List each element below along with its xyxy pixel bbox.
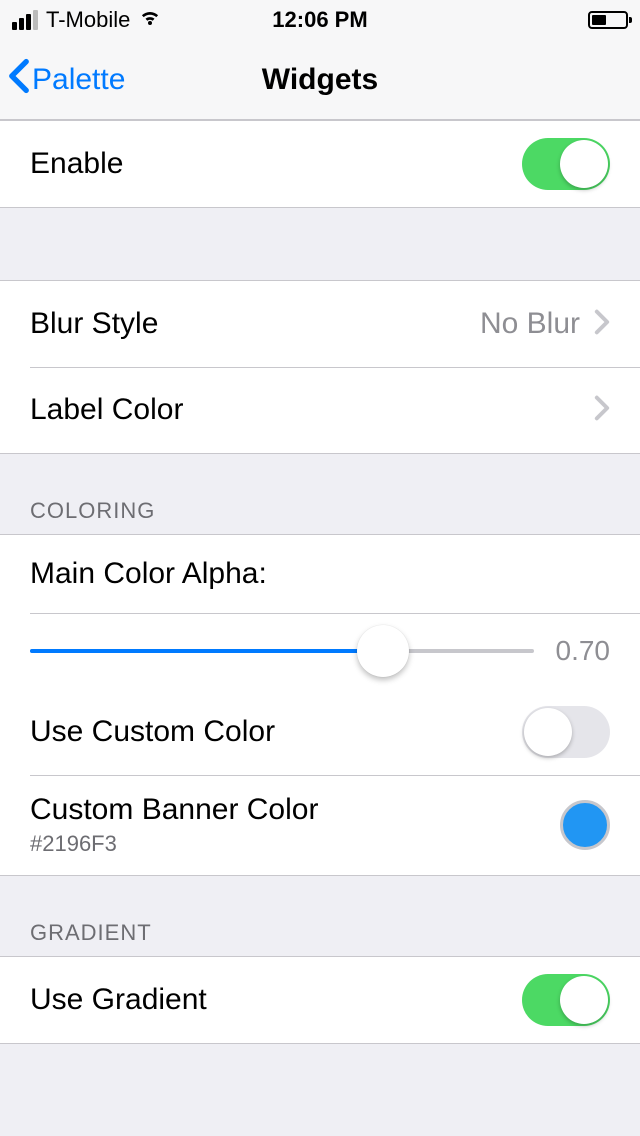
enable-row[interactable]: Enable	[0, 121, 640, 207]
custom-banner-color-swatch[interactable]	[560, 800, 610, 850]
blur-style-value: No Blur	[480, 307, 580, 341]
main-alpha-slider[interactable]	[30, 649, 534, 653]
use-custom-color-row[interactable]: Use Custom Color	[0, 689, 640, 775]
main-alpha-slider-row: 0.70	[0, 613, 640, 689]
use-gradient-toggle[interactable]	[522, 974, 610, 1026]
use-custom-color-toggle[interactable]	[522, 706, 610, 758]
gradient-header: GRADIENT	[0, 876, 640, 956]
use-gradient-label: Use Gradient	[30, 983, 207, 1017]
chevron-right-icon	[594, 395, 610, 426]
main-alpha-label-row: Main Color Alpha:	[0, 535, 640, 613]
enable-toggle[interactable]	[522, 138, 610, 190]
label-color-label: Label Color	[30, 393, 183, 427]
use-custom-color-label: Use Custom Color	[30, 715, 275, 749]
nav-bar: Palette Widgets	[0, 40, 640, 120]
main-alpha-value: 0.70	[554, 635, 610, 667]
use-gradient-row[interactable]: Use Gradient	[0, 957, 640, 1043]
chevron-right-icon	[594, 309, 610, 340]
custom-banner-color-hex: #2196F3	[30, 831, 318, 857]
carrier-label: T-Mobile	[46, 7, 130, 33]
custom-banner-color-label: Custom Banner Color	[30, 793, 318, 827]
enable-label: Enable	[30, 147, 123, 181]
blur-style-row[interactable]: Blur Style No Blur	[0, 281, 640, 367]
status-bar: T-Mobile 12:06 PM	[0, 0, 640, 40]
battery-icon	[588, 11, 628, 29]
page-title: Widgets	[0, 63, 640, 97]
wifi-icon	[138, 5, 162, 35]
blur-style-label: Blur Style	[30, 307, 158, 341]
custom-banner-color-row[interactable]: Custom Banner Color #2196F3	[0, 775, 640, 875]
main-alpha-label: Main Color Alpha:	[30, 557, 267, 591]
coloring-header: COLORING	[0, 454, 640, 534]
signal-icon	[12, 10, 38, 30]
label-color-row[interactable]: Label Color	[0, 367, 640, 453]
